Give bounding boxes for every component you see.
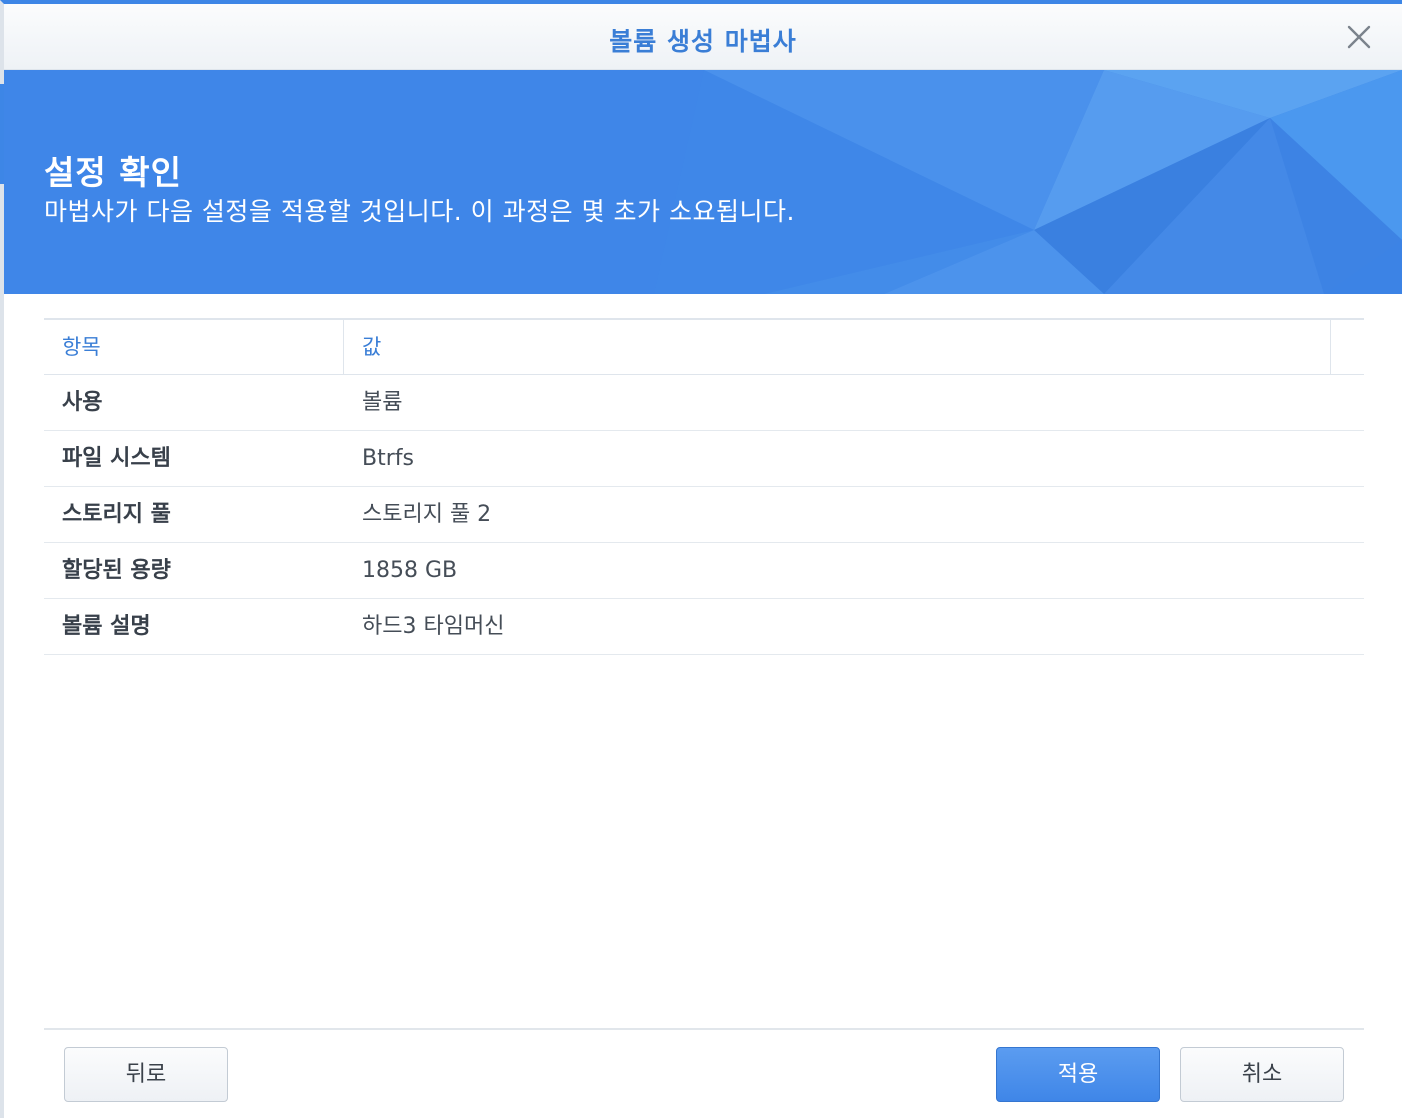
table-header: 항목 값 xyxy=(44,320,1364,375)
table-row: 스토리지 풀 스토리지 풀 2 xyxy=(44,487,1364,543)
table-row: 할당된 용량 1858 GB xyxy=(44,543,1364,599)
banner-subtitle: 마법사가 다음 설정을 적용할 것입니다. 이 과정은 몇 초가 소요됩니다. xyxy=(44,197,795,226)
titlebar: 볼륨 생성 마법사 xyxy=(4,4,1402,70)
cancel-button[interactable]: 취소 xyxy=(1180,1047,1344,1102)
row-key: 볼륨 설명 xyxy=(62,614,151,639)
settings-summary-table: 항목 값 사용 볼륨 파일 시스템 Btrfs 스토리지 풀 스토리지 풀 2 … xyxy=(44,318,1364,655)
row-key: 사용 xyxy=(62,390,103,415)
volume-creation-wizard-dialog: 볼륨 생성 마법사 설정 확인 마법사가 다음 설정을 적용할 것입니다. 이 … xyxy=(0,0,1402,1118)
close-icon xyxy=(1347,25,1371,49)
row-key: 파일 시스템 xyxy=(62,446,171,471)
table-row: 볼륨 설명 하드3 타임머신 xyxy=(44,599,1364,655)
header-banner: 설정 확인 마법사가 다음 설정을 적용할 것입니다. 이 과정은 몇 초가 소… xyxy=(4,70,1402,294)
banner-background-pattern xyxy=(4,70,1402,294)
column-header-item[interactable]: 항목 xyxy=(62,320,101,374)
row-value: 1858 GB xyxy=(362,558,458,583)
column-divider[interactable] xyxy=(343,320,344,374)
column-header-value[interactable]: 값 xyxy=(362,320,381,374)
back-button[interactable]: 뒤로 xyxy=(64,1047,228,1102)
close-button[interactable] xyxy=(1344,22,1374,52)
row-key: 할당된 용량 xyxy=(62,558,171,583)
row-value: 스토리지 풀 2 xyxy=(362,502,492,527)
table-row: 파일 시스템 Btrfs xyxy=(44,431,1364,487)
apply-button[interactable]: 적용 xyxy=(996,1047,1160,1102)
row-key: 스토리지 풀 xyxy=(62,502,171,527)
footer-divider xyxy=(44,1028,1364,1030)
table-row: 사용 볼륨 xyxy=(44,375,1364,431)
column-divider[interactable] xyxy=(1330,320,1331,374)
row-value: 하드3 타임머신 xyxy=(362,614,505,639)
window-title: 볼륨 생성 마법사 xyxy=(609,27,797,56)
row-value: 볼륨 xyxy=(362,390,403,415)
banner-title: 설정 확인 xyxy=(44,153,182,192)
row-value: Btrfs xyxy=(362,446,414,471)
